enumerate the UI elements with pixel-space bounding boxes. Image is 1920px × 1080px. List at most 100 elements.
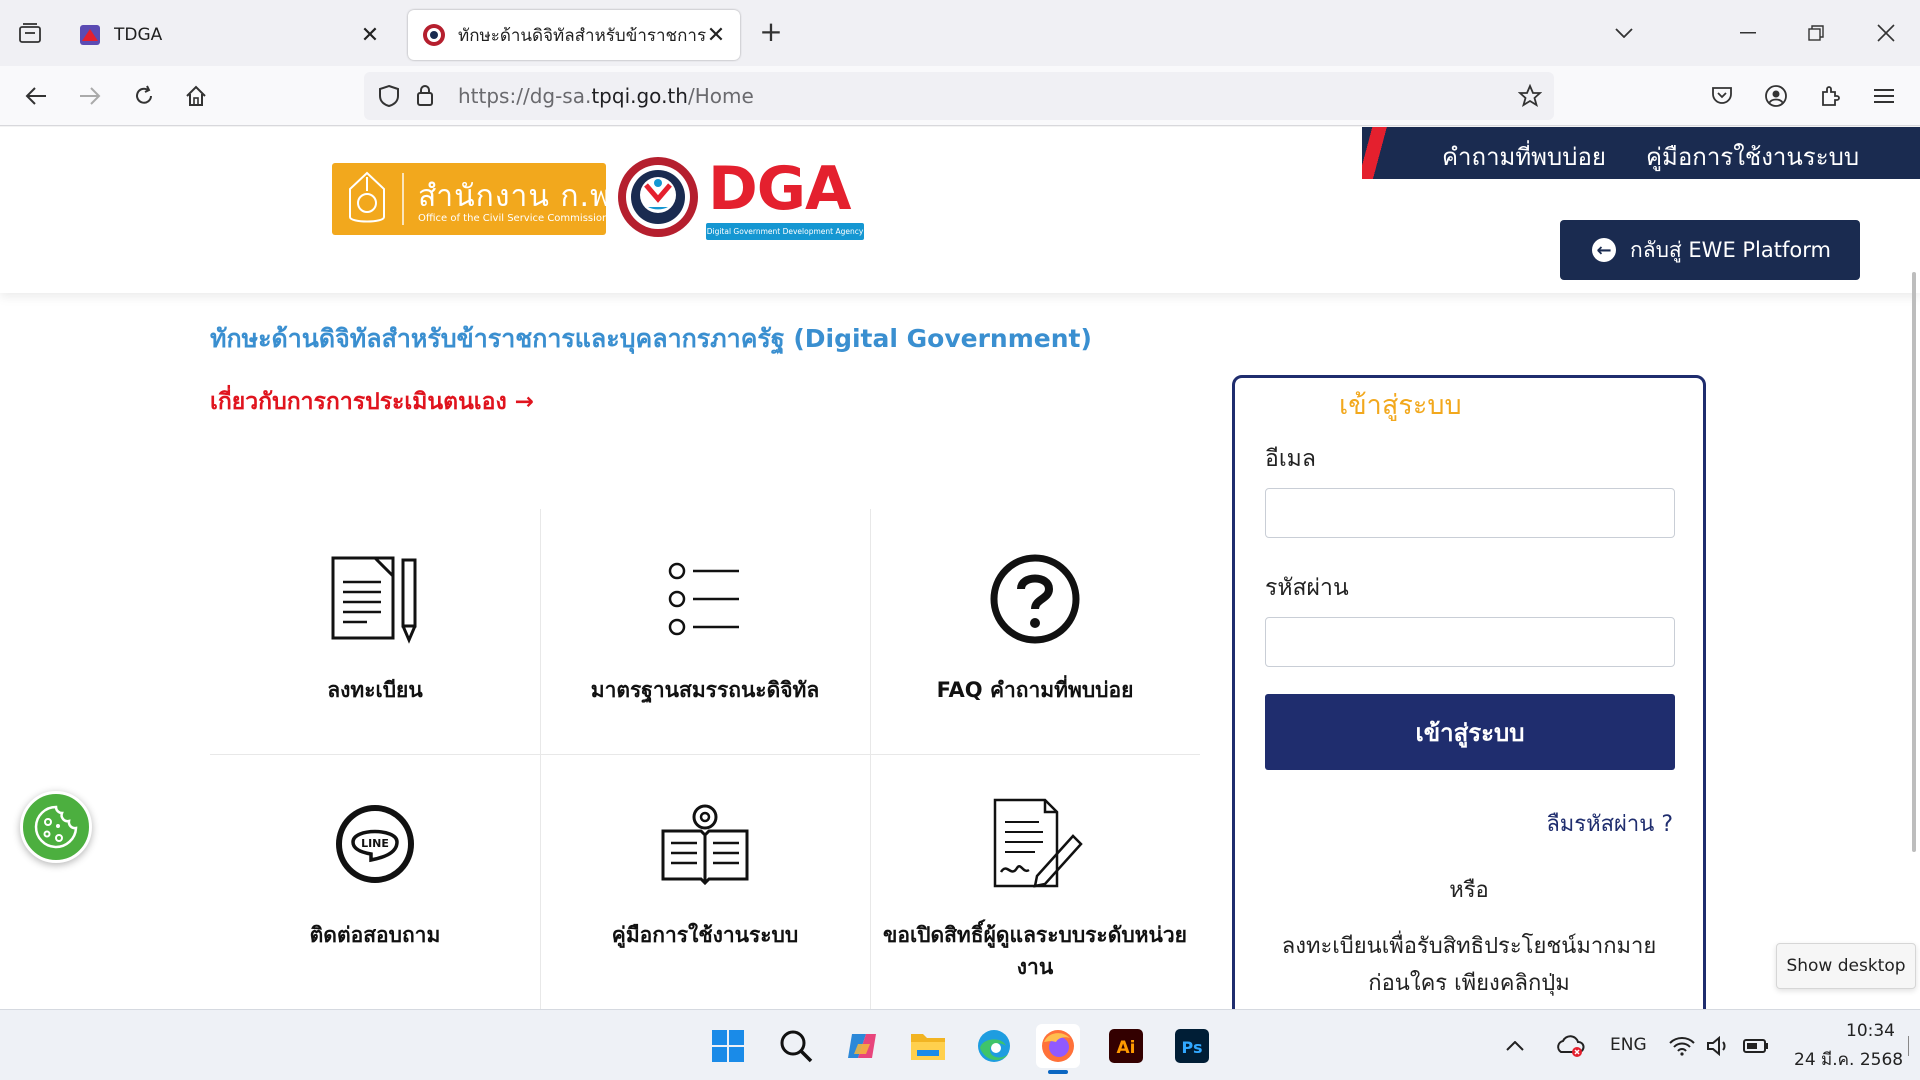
browser-toolbar: https://dg-sa.tpqi.go.th/Home: [0, 66, 1920, 126]
copilot-icon[interactable]: [840, 1024, 884, 1068]
tile-label: คู่มือการใช้งานระบบ: [611, 923, 799, 947]
home-icon[interactable]: [180, 80, 212, 112]
photoshop-icon[interactable]: Ps: [1170, 1024, 1214, 1068]
page-scrollbar[interactable]: [1912, 272, 1916, 852]
edge-browser-icon[interactable]: [972, 1024, 1016, 1068]
list-icon: [655, 549, 755, 649]
question-icon: [985, 549, 1085, 649]
tile-register[interactable]: ลงทะเบียน: [210, 509, 540, 754]
login-title: เข้าสู่ระบบ: [1339, 390, 1462, 421]
ocsc-seal-icon: [349, 171, 385, 223]
illustrator-icon[interactable]: Ai: [1104, 1024, 1148, 1068]
tab-close-icon[interactable]: ✕: [706, 23, 726, 48]
tab-title: TDGA: [114, 25, 163, 45]
tile-label: FAQ คำถามที่พบบ่อย: [936, 678, 1134, 702]
email-input[interactable]: [1265, 488, 1675, 538]
email-label: อีเมล: [1265, 446, 1316, 472]
search-icon[interactable]: [774, 1024, 818, 1068]
cloud-offline-icon[interactable]: [1552, 1024, 1588, 1068]
language-indicator[interactable]: ENG: [1610, 1035, 1647, 1055]
tab-digital-skills[interactable]: ทักษะด้านดิจิทัลสำหรับข้าราชการแ ✕: [408, 10, 740, 60]
page-title: ทักษะด้านดิจิทัลสำหรับข้าราชการและบุคลาก…: [210, 324, 1092, 353]
password-label: รหัสผ่าน: [1265, 575, 1349, 601]
arrow-left-circle-icon: ←: [1592, 238, 1616, 262]
top-menu: คำถามที่พบบ่อย คู่มือการใช้งานระบบ: [1362, 127, 1920, 179]
site-header: สำนักงาน ก.พ. Office of the Civil Servic…: [0, 127, 1920, 293]
tile-faq[interactable]: FAQ คำถามที่พบบ่อย: [870, 509, 1200, 754]
line-icon: LINE: [325, 794, 425, 894]
chevron-up-icon[interactable]: [1500, 1024, 1530, 1068]
reload-icon[interactable]: [128, 80, 160, 112]
back-to-ewe-button[interactable]: ← กลับสู่ EWE Platform: [1560, 220, 1860, 280]
clock-time[interactable]: 10:34: [1846, 1021, 1895, 1041]
restore-icon[interactable]: [1800, 18, 1832, 48]
file-explorer-icon[interactable]: [906, 1024, 950, 1068]
show-desktop-tooltip: Show desktop: [1776, 943, 1916, 989]
windows-taskbar: Ai Ps ENG 10:34 24 มี.ค. 2568: [0, 1009, 1920, 1080]
login-button[interactable]: เข้าสู่ระบบ: [1265, 694, 1675, 770]
dga-logo-text[interactable]: DGA: [708, 157, 851, 221]
tile-contact[interactable]: LINE ติดต่อสอบถาม: [210, 754, 540, 999]
cookie-icon: [34, 805, 78, 849]
windows-start-icon[interactable]: [706, 1024, 750, 1068]
minimize-icon[interactable]: [1732, 18, 1764, 48]
login-card: เข้าสู่ระบบ อีเมล รหัสผ่าน เข้าสู่ระบบ ล…: [1232, 375, 1706, 1009]
back-arrow-icon[interactable]: [20, 80, 52, 112]
list-all-tabs-chevron-icon[interactable]: [1608, 18, 1640, 48]
tab-close-icon[interactable]: ✕: [360, 23, 380, 48]
menu-faq[interactable]: คำถามที่พบบ่อย: [1442, 137, 1606, 176]
tile-label: ติดต่อสอบถาม: [309, 923, 441, 947]
wifi-icon[interactable]: [1664, 1024, 1700, 1068]
url-text[interactable]: https://dg-sa.tpqi.go.th/Home: [458, 84, 754, 108]
account-icon[interactable]: [1760, 80, 1792, 112]
tile-label: ลงทะเบียน: [327, 678, 423, 702]
tpqi-favicon-icon: [423, 24, 445, 46]
tab-tdga[interactable]: TDGA ✕: [64, 10, 394, 60]
logo-divider: [402, 173, 404, 225]
back-button-label: กลับสู่ EWE Platform: [1630, 237, 1831, 262]
address-bar[interactable]: https://dg-sa.tpqi.go.th/Home: [364, 72, 1554, 120]
volume-icon[interactable]: [1700, 1024, 1736, 1068]
tab-title: ทักษะด้านดิจิทัลสำหรับข้าราชการแ: [458, 25, 706, 46]
battery-icon[interactable]: [1738, 1024, 1774, 1068]
tile-manual[interactable]: คู่มือการใช้งานระบบ: [540, 754, 870, 999]
tab-list-icon[interactable]: [14, 18, 46, 48]
menu-manual[interactable]: คู่มือการใช้งานระบบ: [1646, 137, 1859, 176]
svg-text:Ps: Ps: [1182, 1038, 1203, 1057]
document-pen-icon: [325, 549, 425, 649]
tdga-favicon-icon: [80, 25, 100, 45]
tpqi-seal-icon[interactable]: [616, 155, 700, 239]
pocket-icon[interactable]: [1706, 80, 1738, 112]
bookmark-star-icon[interactable]: [1518, 84, 1542, 108]
or-separator: หรือ: [1449, 878, 1489, 903]
menu-red-slash: [1362, 127, 1392, 179]
ocsc-logo[interactable]: สำนักงาน ก.พ. Office of the Civil Servic…: [332, 163, 620, 235]
service-tiles: ลงทะเบียน มาตรฐานสมรรถนะดิจิทัล FAQ คำถา…: [210, 509, 1200, 1009]
tile-request-admin[interactable]: ขอเปิดสิทธิ์ผู้ดูแลระบบระดับหน่วยงาน: [870, 754, 1200, 999]
clock-date[interactable]: 24 มี.ค. 2568: [1794, 1046, 1903, 1073]
shield-icon[interactable]: [378, 84, 400, 108]
forgot-password-link[interactable]: ลืมรหัสผ่าน ?: [1546, 806, 1673, 841]
tile-digital-competency-standard[interactable]: มาตรฐานสมรรถนะดิจิทัล: [540, 509, 870, 754]
close-window-icon[interactable]: [1870, 18, 1902, 48]
password-input[interactable]: [1265, 617, 1675, 667]
menu-hamburger-icon[interactable]: [1868, 80, 1900, 112]
about-self-assessment-link[interactable]: เกี่ยวกับการการประเมินตนเอง →: [210, 384, 534, 420]
active-app-indicator: [1048, 1070, 1068, 1074]
lock-icon[interactable]: [416, 84, 434, 106]
tile-label: ขอเปิดสิทธิ์ผู้ดูแลระบบระดับหน่วยงาน: [883, 923, 1187, 979]
new-tab-plus-icon[interactable]: +: [756, 18, 786, 48]
browser-tab-strip: TDGA ✕ ทักษะด้านดิจิทัลสำหรับข้าราชการแ …: [0, 0, 1920, 66]
manual-book-icon: [655, 794, 755, 894]
svg-text:Ai: Ai: [1117, 1038, 1136, 1058]
cookie-settings-button[interactable]: [20, 791, 92, 863]
ocsc-sub: Office of the Civil Service Commission: [418, 213, 609, 224]
firefox-icon[interactable]: [1036, 1024, 1080, 1068]
show-desktop-edge[interactable]: [1908, 1036, 1910, 1056]
extensions-icon[interactable]: [1814, 80, 1846, 112]
forward-arrow-icon[interactable]: [74, 80, 106, 112]
dga-logo-sub: Digital Government Development Agency: [706, 223, 864, 240]
web-page: สำนักงาน ก.พ. Office of the Civil Servic…: [0, 127, 1920, 1009]
tile-label: มาตรฐานสมรรถนะดิจิทัล: [590, 678, 820, 702]
register-prompt-line2: ก่อนใคร เพียงคลิกปุ่ม: [1368, 971, 1570, 996]
